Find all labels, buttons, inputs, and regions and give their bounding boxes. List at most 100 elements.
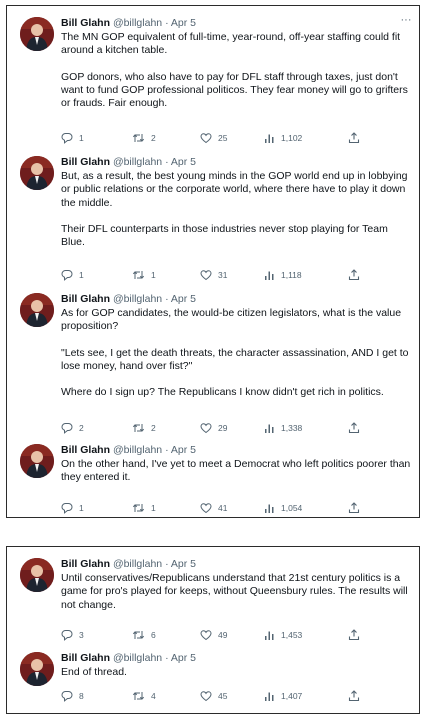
avatar[interactable] <box>20 558 54 592</box>
share-icon <box>348 690 360 702</box>
reply-count: 8 <box>79 691 84 701</box>
tweet-actions: 3 6 49 1,453 <box>61 628 361 642</box>
share-button[interactable] <box>348 421 360 435</box>
tweet-paragraph: As for GOP candidates, the would-be citi… <box>61 307 402 333</box>
tweet-actions: 8 4 45 1,407 <box>61 689 361 703</box>
share-button[interactable] <box>348 268 360 282</box>
like-button[interactable]: 49 <box>200 628 227 642</box>
tweet-date[interactable]: Apr 5 <box>171 652 196 664</box>
tweet-date[interactable]: Apr 5 <box>171 17 196 29</box>
avatar[interactable] <box>20 17 54 51</box>
tweet-text: The MN GOP equivalent of full-time, year… <box>61 31 413 110</box>
author-name[interactable]: Bill Glahn <box>61 652 110 664</box>
retweet-button[interactable]: 1 <box>132 268 156 282</box>
reply-button[interactable]: 1 <box>61 501 84 515</box>
author-name[interactable]: Bill Glahn <box>61 444 110 456</box>
tweet-paragraph: Until conservatives/Republicans understa… <box>61 572 408 611</box>
retweet-icon <box>132 424 145 432</box>
tweet-date[interactable]: Apr 5 <box>171 444 196 456</box>
author-handle[interactable]: @billglahn <box>113 293 162 305</box>
reply-count: 1 <box>79 503 84 513</box>
tweet-date[interactable]: Apr 5 <box>171 156 196 168</box>
avatar[interactable] <box>20 293 54 327</box>
heart-icon <box>200 503 212 514</box>
reply-button[interactable]: 1 <box>61 131 84 145</box>
retweet-count: 1 <box>151 270 156 280</box>
retweet-button[interactable]: 2 <box>132 421 156 435</box>
share-button[interactable] <box>348 628 360 642</box>
retweet-button[interactable]: 1 <box>132 501 156 515</box>
views-count: 1,054 <box>281 503 303 513</box>
avatar[interactable] <box>20 444 54 478</box>
views-button[interactable]: 1,407 <box>264 689 302 703</box>
reply-icon <box>61 691 73 702</box>
views-button[interactable]: 1,054 <box>264 501 302 515</box>
retweet-count: 2 <box>151 133 156 143</box>
author-handle[interactable]: @billglahn <box>113 558 162 570</box>
reply-icon <box>61 133 73 144</box>
author-handle[interactable]: @billglahn <box>113 156 162 168</box>
heart-icon <box>200 133 212 144</box>
share-button[interactable] <box>348 501 360 515</box>
views-button[interactable]: 1,453 <box>264 628 302 642</box>
retweet-button[interactable]: 6 <box>132 628 156 642</box>
reply-button[interactable]: 3 <box>61 628 84 642</box>
heart-icon <box>200 630 212 641</box>
tweet-paragraph: End of thread. <box>61 666 127 678</box>
views-button[interactable]: 1,118 <box>264 268 302 282</box>
retweet-button[interactable]: 4 <box>132 689 156 703</box>
views-count: 1,453 <box>281 630 303 640</box>
reply-count: 2 <box>79 423 84 433</box>
share-icon <box>348 629 360 641</box>
tweet-header: Bill Glahn @billglahn · Apr 5 <box>61 17 196 30</box>
screenshot-page: Bill Glahn @billglahn · Apr 5 ··· The MN… <box>0 0 428 720</box>
author-name[interactable]: Bill Glahn <box>61 156 110 168</box>
share-button[interactable] <box>348 131 360 145</box>
views-icon <box>265 504 274 513</box>
like-count: 29 <box>218 423 228 433</box>
retweet-icon <box>132 504 145 512</box>
avatar[interactable] <box>20 156 54 190</box>
reply-icon <box>61 630 73 641</box>
retweet-icon <box>132 631 145 639</box>
tweet-paragraph: On the other hand, I've yet to meet a De… <box>61 458 411 484</box>
author-handle[interactable]: @billglahn <box>113 652 162 664</box>
tweet-date[interactable]: Apr 5 <box>171 293 196 305</box>
tweet-text: Until conservatives/Republicans understa… <box>61 572 413 612</box>
like-button[interactable]: 29 <box>200 421 227 435</box>
views-button[interactable]: 1,338 <box>264 421 302 435</box>
separator: · <box>165 652 169 664</box>
retweet-button[interactable]: 2 <box>132 131 156 145</box>
heart-icon <box>200 423 212 434</box>
reply-button[interactable]: 8 <box>61 689 84 703</box>
views-button[interactable]: 1,102 <box>264 131 302 145</box>
views-icon <box>265 692 274 701</box>
author-handle[interactable]: @billglahn <box>113 17 162 29</box>
tweet-header: Bill Glahn @billglahn · Apr 5 <box>61 444 196 457</box>
retweet-count: 6 <box>151 630 156 640</box>
reply-icon <box>61 270 73 281</box>
avatar[interactable] <box>20 652 54 686</box>
reply-button[interactable]: 1 <box>61 268 84 282</box>
author-handle[interactable]: @billglahn <box>113 444 162 456</box>
like-button[interactable]: 31 <box>200 268 227 282</box>
author-name[interactable]: Bill Glahn <box>61 293 110 305</box>
author-name[interactable]: Bill Glahn <box>61 558 110 570</box>
tweet-date[interactable]: Apr 5 <box>171 558 196 570</box>
author-name[interactable]: Bill Glahn <box>61 17 110 29</box>
reply-icon <box>61 423 73 434</box>
share-button[interactable] <box>348 689 360 703</box>
more-icon[interactable]: ··· <box>399 15 413 26</box>
views-count: 1,102 <box>281 133 303 143</box>
share-icon <box>348 502 360 514</box>
like-button[interactable]: 41 <box>200 501 227 515</box>
views-icon <box>265 134 274 143</box>
share-icon <box>348 132 360 144</box>
tweet-text: On the other hand, I've yet to meet a De… <box>61 458 413 485</box>
retweet-icon <box>132 271 145 279</box>
like-button[interactable]: 25 <box>200 131 227 145</box>
like-button[interactable]: 45 <box>200 689 227 703</box>
reply-button[interactable]: 2 <box>61 421 84 435</box>
tweet-text: But, as a result, the best young minds i… <box>61 170 413 249</box>
retweet-icon <box>132 134 145 142</box>
